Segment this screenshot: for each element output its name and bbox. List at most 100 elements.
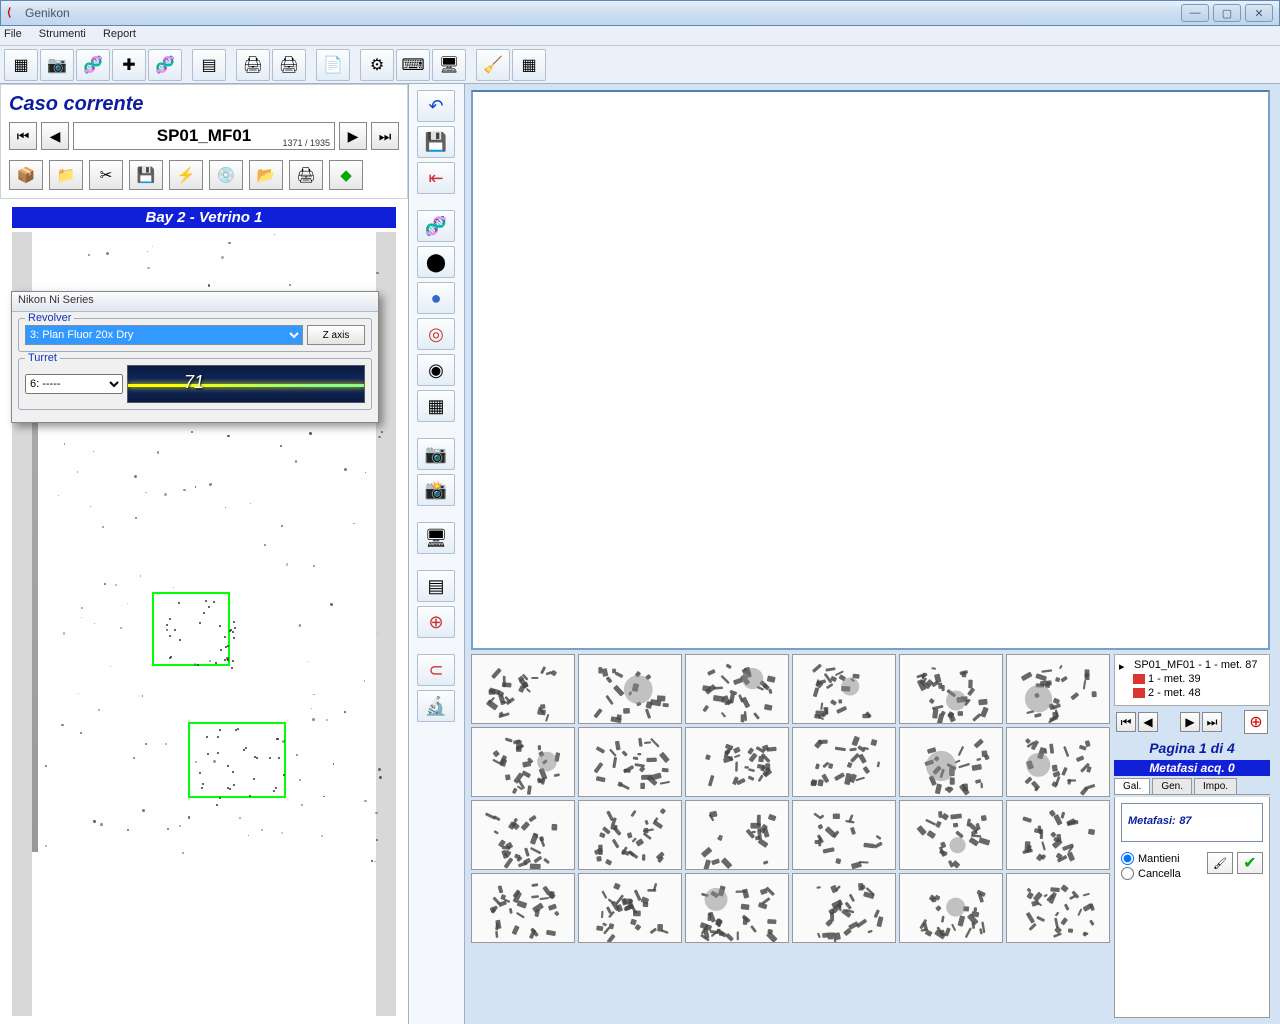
next-case-button[interactable]: ▶	[339, 122, 367, 150]
undo-icon[interactable]: ↶	[417, 90, 455, 122]
monitor-icon[interactable]: 🖥	[417, 522, 455, 554]
thumbnail[interactable]	[1006, 654, 1110, 724]
thumbnail[interactable]	[578, 654, 682, 724]
brush-button[interactable]: 🖌	[1207, 852, 1233, 874]
slide-icon	[1133, 688, 1145, 698]
menu-report[interactable]: Report	[103, 28, 136, 40]
menu-bar: File Strumenti Report	[0, 26, 1280, 46]
tool-chromosome-icon[interactable]: 🧬	[76, 49, 110, 81]
action-box-icon[interactable]: 📦	[9, 160, 43, 190]
nikon-dialog-title[interactable]: Nikon Ni Series	[12, 292, 378, 312]
main-preview[interactable]	[471, 90, 1270, 650]
magnet-icon[interactable]: ⊂	[417, 654, 455, 686]
thumbnail[interactable]	[1006, 800, 1110, 870]
thumbnail[interactable]	[899, 654, 1003, 724]
tree-child2[interactable]: 2 - met. 48	[1148, 687, 1201, 699]
tree-child1[interactable]: 1 - met. 39	[1148, 673, 1201, 685]
thumbnail[interactable]	[578, 800, 682, 870]
thumbnail[interactable]	[792, 800, 896, 870]
thumbnail[interactable]	[685, 873, 789, 943]
action-disk-icon[interactable]: 💿	[209, 160, 243, 190]
tab-impo[interactable]: Impo.	[1194, 778, 1237, 794]
tool-chromosome2-icon[interactable]: 🧬	[148, 49, 182, 81]
page-last-button[interactable]: ⏭	[1202, 712, 1222, 732]
camera2-icon[interactable]: 📸	[417, 474, 455, 506]
tab-gal[interactable]: Gal.	[1114, 778, 1150, 794]
close-button[interactable]: ✕	[1245, 4, 1273, 22]
maximize-button[interactable]: ▢	[1213, 4, 1241, 22]
tool-add-icon[interactable]: ✚	[112, 49, 146, 81]
thumbnail[interactable]	[578, 873, 682, 943]
tool-camera-icon[interactable]: 📷	[40, 49, 74, 81]
confirm-button[interactable]: ✔	[1237, 852, 1263, 874]
thumbnail[interactable]	[899, 727, 1003, 797]
tool-print2-icon[interactable]: 🖨	[272, 49, 306, 81]
target-button[interactable]: ⊕	[1244, 710, 1268, 734]
case-counter: 1371 / 1935	[282, 138, 330, 148]
first-case-button[interactable]: ⏮	[9, 122, 37, 150]
tool-grid-icon[interactable]: ▦	[4, 49, 38, 81]
save-disk-icon[interactable]: 💾	[417, 126, 455, 158]
thumbnail[interactable]	[899, 873, 1003, 943]
thumbnail[interactable]	[792, 727, 896, 797]
action-diamond-icon[interactable]: ◆	[329, 160, 363, 190]
thumbnail[interactable]	[685, 800, 789, 870]
target-red-icon[interactable]: ⊕	[417, 606, 455, 638]
tool-table-icon[interactable]: ▤	[192, 49, 226, 81]
exit-icon[interactable]: ⇤	[417, 162, 455, 194]
multi-ball-icon[interactable]: ◉	[417, 354, 455, 386]
tool-keyboard-icon[interactable]: ⌨	[396, 49, 430, 81]
radio-mantieni[interactable]	[1121, 852, 1134, 865]
minimize-button[interactable]: —	[1181, 4, 1209, 22]
action-cut-icon[interactable]: ✂	[89, 160, 123, 190]
thumbnail[interactable]	[1006, 873, 1110, 943]
metaphase-tree[interactable]: ▸SP01_MF01 - 1 - met. 87 1 - met. 39 2 -…	[1114, 654, 1270, 706]
tool-eraser-icon[interactable]: 🧹	[476, 49, 510, 81]
zaxis-button[interactable]: Z axis	[307, 325, 365, 345]
tool-gear-icon[interactable]: ⚙	[360, 49, 394, 81]
tool-doc-icon[interactable]: 📄	[316, 49, 350, 81]
action-open-icon[interactable]: 📂	[249, 160, 283, 190]
chromo1-icon[interactable]: 🧬	[417, 210, 455, 242]
microscope-icon[interactable]: 🔬	[417, 690, 455, 722]
thumbnail[interactable]	[792, 654, 896, 724]
thumbnail[interactable]	[685, 654, 789, 724]
window-title: Genikon	[25, 6, 70, 20]
tool-window-icon[interactable]: ▦	[512, 49, 546, 81]
list-icon[interactable]: ▤	[417, 570, 455, 602]
revolver-select[interactable]: 3: Plan Fluor 20x Dry	[25, 325, 303, 345]
tab-gen[interactable]: Gen.	[1152, 778, 1192, 794]
thumbnail[interactable]	[471, 654, 575, 724]
radio-cancella[interactable]	[1121, 867, 1134, 880]
turret-select[interactable]: 6: -----	[25, 374, 123, 394]
thumbnail[interactable]	[471, 800, 575, 870]
prev-case-button[interactable]: ◀	[41, 122, 69, 150]
action-print-icon[interactable]: 🖨	[289, 160, 323, 190]
expand-icon[interactable]: ▸	[1119, 660, 1131, 670]
grid-view-icon[interactable]: ▦	[417, 390, 455, 422]
thumbnail[interactable]	[578, 727, 682, 797]
action-folder-icon[interactable]: 📁	[49, 160, 83, 190]
page-prev-button[interactable]: ◀	[1138, 712, 1158, 732]
thumbnail[interactable]	[471, 873, 575, 943]
blue-ball-icon[interactable]: ●	[417, 282, 455, 314]
last-case-button[interactable]: ⏭	[371, 122, 399, 150]
action-flash-icon[interactable]: ⚡	[169, 160, 203, 190]
nikon-dialog[interactable]: Nikon Ni Series Revolver 3: Plan Fluor 2…	[11, 291, 379, 423]
thumbnail[interactable]	[685, 727, 789, 797]
thumbnail[interactable]	[1006, 727, 1110, 797]
action-save-icon[interactable]: 💾	[129, 160, 163, 190]
camera1-icon[interactable]: 📷	[417, 438, 455, 470]
page-next-button[interactable]: ▶	[1180, 712, 1200, 732]
tool-print-icon[interactable]: 🖨	[236, 49, 270, 81]
menu-tools[interactable]: Strumenti	[39, 28, 86, 40]
red-ring-icon[interactable]: ◎	[417, 318, 455, 350]
thumbnail[interactable]	[899, 800, 1003, 870]
tool-device-icon[interactable]: 🖥	[432, 49, 466, 81]
thumbnail[interactable]	[471, 727, 575, 797]
menu-file[interactable]: File	[4, 28, 22, 40]
tree-root[interactable]: SP01_MF01 - 1 - met. 87	[1134, 659, 1258, 671]
thumbnail[interactable]	[792, 873, 896, 943]
page-first-button[interactable]: ⏮	[1116, 712, 1136, 732]
chromo2-icon[interactable]: ⬤	[417, 246, 455, 278]
